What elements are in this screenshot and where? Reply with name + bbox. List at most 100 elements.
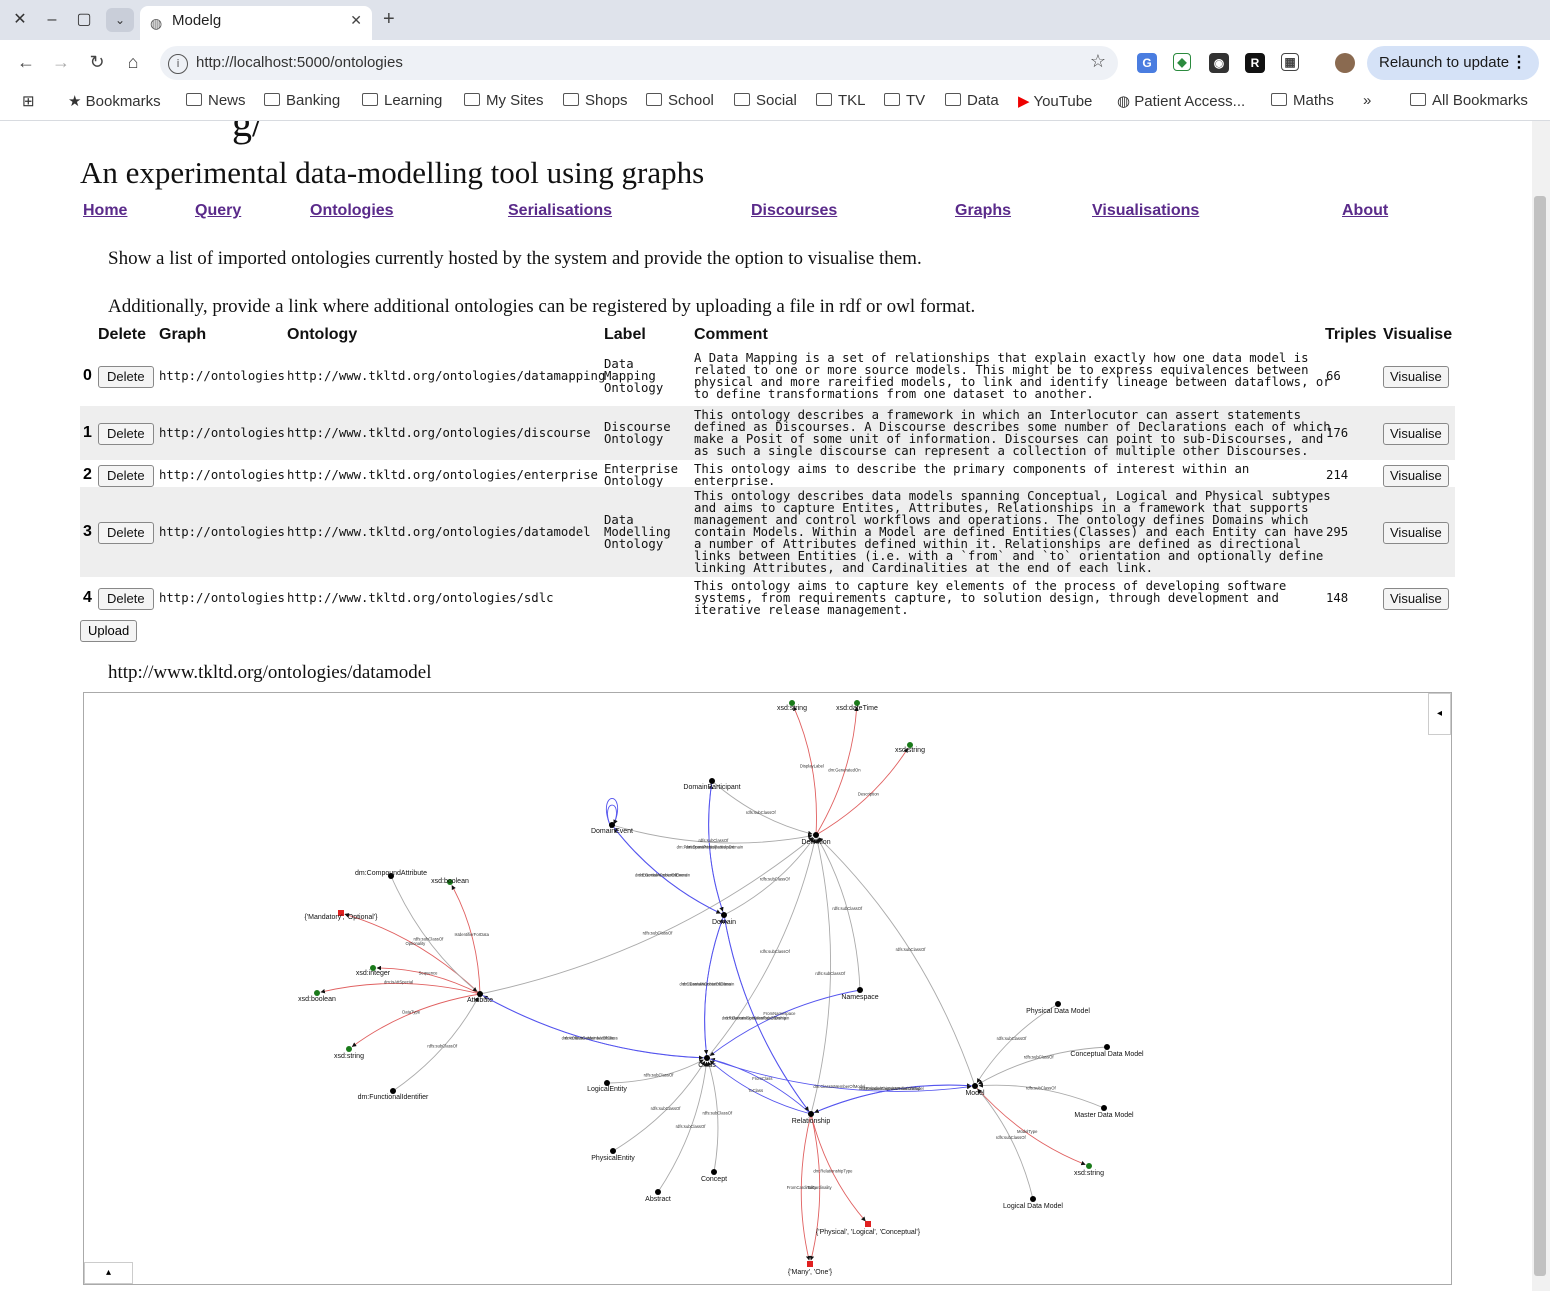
graph-node[interactable]: DomainEvent (591, 822, 633, 835)
nav-link-about[interactable]: About (1342, 202, 1388, 220)
graph-node[interactable]: PhysicalEntity (591, 1148, 635, 1162)
graph-node-marker[interactable] (610, 1148, 616, 1154)
minimize-window-icon[interactable]: – (40, 8, 64, 32)
address-bar[interactable]: i http://localhost:5000/ontologies ☆ (160, 46, 1118, 80)
bookmark-item-all-bookmarks[interactable]: All Bookmarks (1410, 92, 1528, 109)
graph-node[interactable]: xsd:boolean (431, 878, 469, 885)
graph-node[interactable]: xsd:string (777, 700, 807, 712)
delete-button[interactable]: Delete (98, 522, 154, 544)
graph-node-marker[interactable] (808, 1111, 814, 1117)
graph-node-marker[interactable] (1104, 1044, 1110, 1050)
graph-node[interactable]: Class (698, 1055, 716, 1069)
ontology-graph[interactable]: DisplayLabel dm:GeneratedOn Description rdf… (84, 693, 1451, 1284)
graph-node-marker[interactable] (704, 1055, 710, 1061)
back-icon[interactable]: ← (15, 52, 37, 73)
visualise-button[interactable]: Visualise (1383, 522, 1449, 544)
maximize-window-icon[interactable]: ▢ (72, 8, 96, 32)
graph-node[interactable]: xsd:integer (356, 965, 391, 977)
graph-node[interactable]: {'Mandatory', 'Optional'} (304, 910, 378, 921)
graph-node[interactable]: xsd:boolean (298, 990, 336, 1003)
bookmark-item-shops[interactable]: Shops (563, 92, 628, 109)
bookmark-item-tkl[interactable]: TKL (816, 92, 866, 109)
graph-node[interactable]: DomainParticipant (683, 778, 741, 791)
new-tab-icon[interactable]: + (383, 8, 395, 31)
browser-tab[interactable]: ◍ Modelg ✕ (140, 6, 372, 40)
graph-node-marker[interactable] (346, 1046, 352, 1052)
bookmark-item-banking[interactable]: Banking (264, 92, 340, 109)
delete-button[interactable]: Delete (98, 366, 154, 388)
graph-node-marker[interactable] (1030, 1196, 1036, 1202)
graph-node[interactable]: Abstract (645, 1189, 671, 1203)
nav-link-visualisations[interactable]: Visualisations (1092, 202, 1199, 220)
graph-node[interactable]: {'Physical', 'Logical', 'Conceptual'} (816, 1221, 921, 1236)
page-scrollbar[interactable] (1532, 121, 1550, 1291)
delete-button[interactable]: Delete (98, 465, 154, 487)
visualise-button[interactable]: Visualise (1383, 366, 1449, 388)
reload-icon[interactable]: ↻ (86, 52, 108, 73)
bookmark-item-youtube[interactable]: ▶ YouTube (1018, 92, 1092, 110)
graph-node-marker[interactable] (857, 987, 863, 993)
graph-node-marker[interactable] (1055, 1001, 1061, 1007)
forward-icon[interactable]: → (50, 52, 72, 73)
r-extension-icon[interactable]: R (1245, 53, 1265, 73)
graph-node[interactable]: {'Many', 'One'} (788, 1261, 833, 1276)
nav-link-query[interactable]: Query (195, 202, 241, 220)
graph-node-marker[interactable] (1086, 1163, 1092, 1169)
delete-button[interactable]: Delete (98, 423, 154, 445)
shield-extension-icon[interactable]: ◆ (1173, 53, 1191, 71)
graph-node-marker[interactable] (711, 1169, 717, 1175)
graph-visualisation-panel[interactable]: DisplayLabel dm:GeneratedOn Description rdf… (83, 692, 1452, 1285)
more-options-icon[interactable]: ⋮ (1511, 52, 1527, 72)
bookmark-item-patient-access[interactable]: ◍ Patient Access... (1117, 92, 1245, 110)
close-tab-icon[interactable]: ✕ (350, 12, 362, 29)
graph-node[interactable]: xsd:dateTime (836, 700, 878, 712)
bookmark-item-learning[interactable]: Learning (362, 92, 442, 109)
nav-link-home[interactable]: Home (83, 202, 127, 220)
graph-node[interactable]: Domain (712, 912, 736, 926)
close-window-icon[interactable]: ✕ (8, 8, 32, 32)
graph-node[interactable]: dm:FunctionalIdentifier (358, 1088, 429, 1101)
apps-grid-icon[interactable]: ⊞ (22, 92, 35, 110)
nav-link-discourses[interactable]: Discourses (751, 202, 837, 220)
graph-node-marker[interactable] (813, 832, 819, 838)
graph-node-marker[interactable] (972, 1083, 978, 1089)
graph-node[interactable]: Relationship (792, 1111, 831, 1125)
visualise-button[interactable]: Visualise (1383, 465, 1449, 487)
upload-button[interactable]: Upload (80, 620, 138, 642)
profile-avatar[interactable] (1335, 53, 1355, 73)
tab-search-button[interactable]: ⌄ (106, 8, 134, 32)
graph-node-marker[interactable] (1101, 1105, 1107, 1111)
graph-node[interactable]: Definition (801, 832, 831, 846)
bookmark-item-tv[interactable]: TV (884, 92, 925, 109)
graph-node[interactable]: Attribute (467, 991, 493, 1004)
graph-node[interactable]: Master Data Model (1074, 1105, 1134, 1119)
panel-collapse-bottom-button[interactable]: ▴ (84, 1262, 133, 1284)
graph-node-marker[interactable] (865, 1221, 871, 1227)
graph-node-marker[interactable] (655, 1189, 661, 1195)
visualise-button[interactable]: Visualise (1383, 423, 1449, 445)
bookmark-item-news[interactable]: News (186, 92, 246, 109)
bookmarks-overflow-icon[interactable]: » (1363, 92, 1371, 109)
home-icon[interactable]: ⌂ (122, 52, 144, 73)
graph-node[interactable]: xsd:string (334, 1046, 364, 1060)
site-info-icon[interactable]: i (168, 54, 188, 74)
graph-node-marker[interactable] (721, 912, 727, 918)
bookmark-item-bookmarks[interactable]: ★ Bookmarks (68, 92, 161, 110)
delete-button[interactable]: Delete (98, 588, 154, 610)
github-extension-icon[interactable]: ◉ (1209, 53, 1229, 73)
graph-node[interactable]: Conceptual Data Model (1070, 1044, 1144, 1058)
panel-collapse-right-button[interactable]: ◂ (1428, 693, 1451, 735)
graph-node[interactable]: Namespace (841, 987, 879, 1001)
nav-link-ontologies[interactable]: Ontologies (310, 202, 394, 220)
graph-node[interactable]: xsd:string (1074, 1163, 1104, 1177)
graph-node[interactable]: dm:CompoundAttribute (355, 870, 427, 879)
extensions-puzzle-icon[interactable]: ▦ (1281, 53, 1299, 71)
relaunch-button[interactable]: Relaunch to update ⋮ (1367, 46, 1539, 80)
bookmark-item-social[interactable]: Social (734, 92, 797, 109)
url-text[interactable]: http://localhost:5000/ontologies (196, 54, 403, 71)
graph-node[interactable]: Logical Data Model (1003, 1196, 1063, 1210)
graph-node[interactable]: Concept (701, 1169, 727, 1183)
nav-link-serialisations[interactable]: Serialisations (508, 202, 612, 220)
translate-extension-icon[interactable]: G (1137, 53, 1157, 73)
visualise-button[interactable]: Visualise (1383, 588, 1449, 610)
